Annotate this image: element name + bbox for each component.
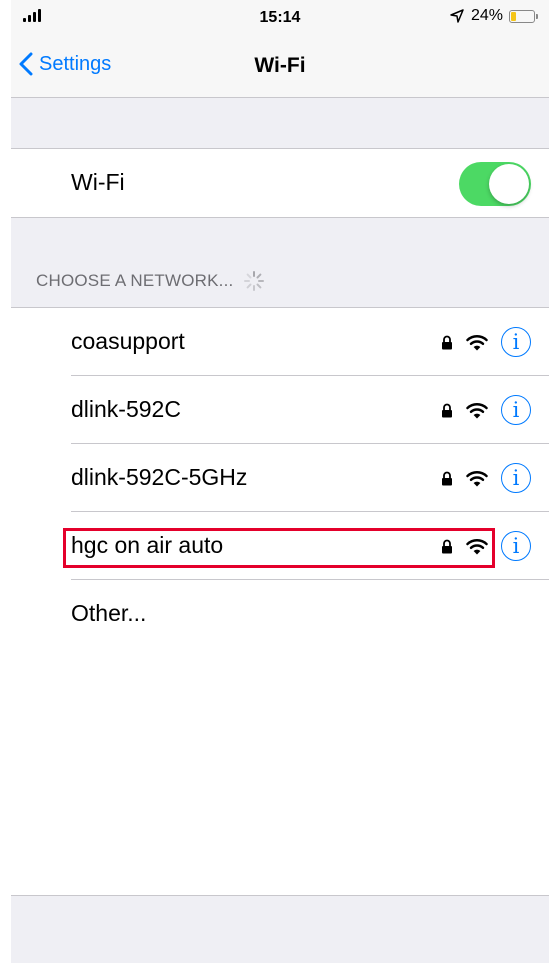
battery-percent: 24%: [470, 7, 503, 24]
network-name: dlink-592C: [71, 396, 181, 422]
networks-section-header-band: [11, 218, 549, 307]
network-row[interactable]: dlink-592C-5GHz i: [11, 444, 549, 512]
wifi-icon: [466, 538, 488, 554]
wifi-toggle-row: Wi-Fi: [11, 149, 549, 217]
section-header-label: CHOOSE A NETWORK...: [36, 271, 234, 290]
other-network-row[interactable]: Other...: [11, 580, 549, 648]
network-name: dlink-592C-5GHz: [71, 464, 248, 490]
network-status-icons: i: [441, 395, 531, 425]
info-icon[interactable]: i: [501, 327, 531, 357]
network-status-icons: i: [441, 463, 531, 493]
lock-icon: [442, 471, 452, 485]
battery-fill: [511, 11, 516, 21]
group-spacer: [11, 98, 549, 148]
info-icon[interactable]: i: [501, 395, 531, 425]
lock-icon: [442, 403, 452, 417]
wifi-toggle-label: Wi-Fi: [71, 169, 125, 195]
wifi-icon: [466, 334, 488, 350]
bottom-band: [11, 896, 549, 963]
location-arrow-icon: [450, 9, 464, 23]
status-right-group: 24%: [449, 7, 538, 25]
network-name: hgc on air auto: [71, 532, 224, 558]
info-icon[interactable]: i: [501, 531, 531, 561]
navigation-bar: Settings Wi-Fi: [11, 38, 549, 98]
networks-section-header: CHOOSE A NETWORK...: [36, 270, 265, 292]
status-bar: 15:14 24%: [11, 0, 549, 38]
network-row[interactable]: hgc on air auto i: [11, 512, 549, 580]
network-status-icons: i: [441, 531, 531, 561]
page-title: Wi-Fi: [254, 54, 306, 77]
wifi-icon: [466, 402, 488, 418]
spinner-icon: [244, 271, 265, 291]
wifi-icon: [466, 470, 488, 486]
network-row[interactable]: coasupport i: [11, 308, 549, 376]
network-row[interactable]: dlink-592C i: [11, 376, 549, 444]
wifi-toggle-switch[interactable]: [459, 162, 531, 206]
other-network-label: Other...: [71, 600, 147, 626]
network-name: coasupport: [71, 328, 185, 354]
lock-icon: [442, 335, 452, 349]
battery-icon: [509, 9, 538, 23]
info-icon[interactable]: i: [501, 463, 531, 493]
toggle-knob: [489, 164, 529, 204]
network-status-icons: i: [441, 327, 531, 357]
lock-icon: [442, 539, 452, 553]
phone-screen: 15:14 24% Settings Wi-Fi Wi-Fi CHOOSE A …: [11, 0, 549, 963]
